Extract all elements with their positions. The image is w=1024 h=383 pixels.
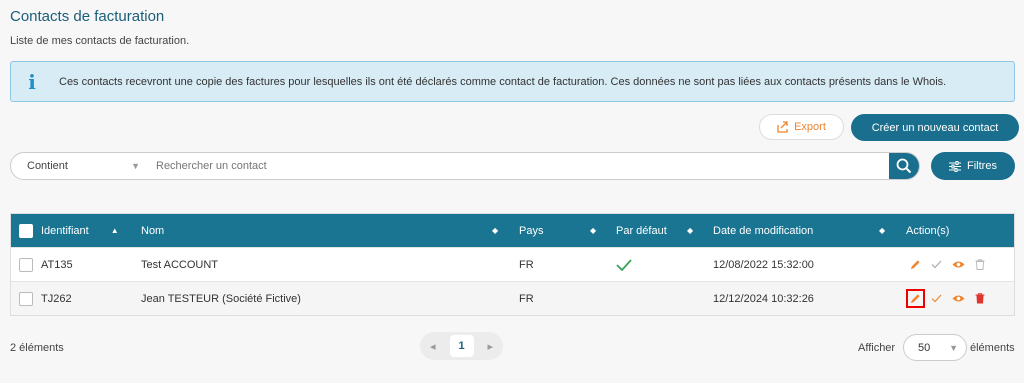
filters-button[interactable]: Filtres bbox=[931, 152, 1015, 180]
default-check-icon bbox=[616, 248, 632, 281]
create-contact-button[interactable]: Créer un nouveau contact bbox=[851, 114, 1019, 141]
chevron-down-icon: ▼ bbox=[949, 342, 958, 353]
info-icon: i bbox=[28, 69, 36, 94]
next-page-icon[interactable]: ▸ bbox=[487, 340, 493, 353]
page-subtitle: Liste de mes contacts de facturation. bbox=[10, 35, 190, 47]
sort-icon[interactable]: ◆ bbox=[492, 214, 498, 247]
pagination: ◂ 1 ▸ bbox=[420, 332, 503, 360]
edit-pencil-icon[interactable] bbox=[910, 259, 921, 270]
table-row: TJ262 Jean TESTEUR (Société Fictive) FR … bbox=[11, 281, 1014, 315]
search-mode-value: Contient bbox=[27, 160, 68, 172]
set-default-check-icon[interactable] bbox=[931, 260, 942, 269]
row-name: Test ACCOUNT bbox=[141, 258, 219, 271]
page-title: Contacts de facturation bbox=[10, 8, 165, 25]
per-page-select[interactable]: 50 ▼ bbox=[903, 334, 967, 361]
delete-trash-icon[interactable] bbox=[975, 293, 985, 304]
info-text: Ces contacts recevront une copie des fac… bbox=[59, 75, 947, 88]
column-header-modified[interactable]: Date de modification bbox=[713, 214, 813, 247]
row-country: FR bbox=[519, 292, 534, 305]
select-all-checkbox[interactable] bbox=[19, 223, 33, 238]
table-header: Identifiant ▲ Nom ◆ Pays ◆ Par défaut ◆ … bbox=[11, 214, 1014, 247]
row-checkbox[interactable] bbox=[19, 291, 33, 306]
page-number-button[interactable]: 1 bbox=[449, 335, 474, 357]
sort-asc-icon: ▲ bbox=[110, 226, 119, 235]
row-checkbox[interactable] bbox=[19, 257, 33, 272]
sort-icon[interactable]: ◆ bbox=[590, 214, 596, 247]
row-id: AT135 bbox=[41, 258, 73, 271]
sort-icon[interactable]: ◆ bbox=[879, 214, 885, 247]
chevron-down-icon: ▼ bbox=[131, 161, 140, 171]
per-page-suffix: éléments bbox=[970, 342, 1015, 354]
search-bar: Contient ▼ bbox=[10, 152, 920, 180]
item-count: 2 éléments bbox=[10, 342, 64, 354]
filters-label: Filtres bbox=[967, 160, 997, 172]
column-header-id[interactable]: Identifiant ▲ bbox=[41, 214, 119, 247]
set-default-check-icon[interactable] bbox=[931, 294, 942, 303]
row-modified: 12/08/2022 15:32:00 bbox=[713, 258, 814, 271]
per-page-value: 50 bbox=[918, 341, 931, 354]
row-country: FR bbox=[519, 258, 534, 271]
prev-page-icon[interactable]: ◂ bbox=[430, 340, 436, 353]
info-banner: i Ces contacts recevront une copie des f… bbox=[10, 61, 1015, 102]
delete-trash-icon[interactable] bbox=[975, 259, 985, 270]
sliders-icon bbox=[949, 160, 962, 172]
row-actions bbox=[910, 248, 985, 281]
view-eye-icon[interactable] bbox=[952, 260, 965, 269]
column-header-actions: Action(s) bbox=[906, 224, 950, 237]
search-mode-select[interactable]: Contient ▼ bbox=[11, 160, 146, 172]
sort-icon[interactable]: ◆ bbox=[687, 214, 693, 247]
table-row: AT135 Test ACCOUNT FR 12/08/2022 15:32:0… bbox=[11, 247, 1014, 281]
export-button[interactable]: Export bbox=[759, 114, 844, 140]
row-modified: 12/12/2024 10:32:26 bbox=[713, 292, 814, 305]
column-header-name[interactable]: Nom bbox=[141, 214, 164, 247]
export-label: Export bbox=[794, 121, 826, 133]
view-eye-icon[interactable] bbox=[952, 294, 965, 303]
row-actions bbox=[906, 282, 985, 315]
column-header-country[interactable]: Pays bbox=[519, 214, 543, 247]
search-button[interactable] bbox=[889, 153, 919, 179]
contacts-table: Identifiant ▲ Nom ◆ Pays ◆ Par défaut ◆ … bbox=[10, 213, 1015, 316]
row-name: Jean TESTEUR (Société Fictive) bbox=[141, 292, 301, 305]
per-page-label: Afficher bbox=[858, 342, 896, 354]
search-icon bbox=[896, 158, 912, 174]
column-header-default[interactable]: Par défaut bbox=[616, 214, 667, 247]
edit-pencil-icon[interactable] bbox=[906, 289, 925, 308]
export-icon bbox=[777, 121, 788, 133]
row-id: TJ262 bbox=[41, 292, 72, 305]
search-input[interactable] bbox=[146, 160, 889, 172]
